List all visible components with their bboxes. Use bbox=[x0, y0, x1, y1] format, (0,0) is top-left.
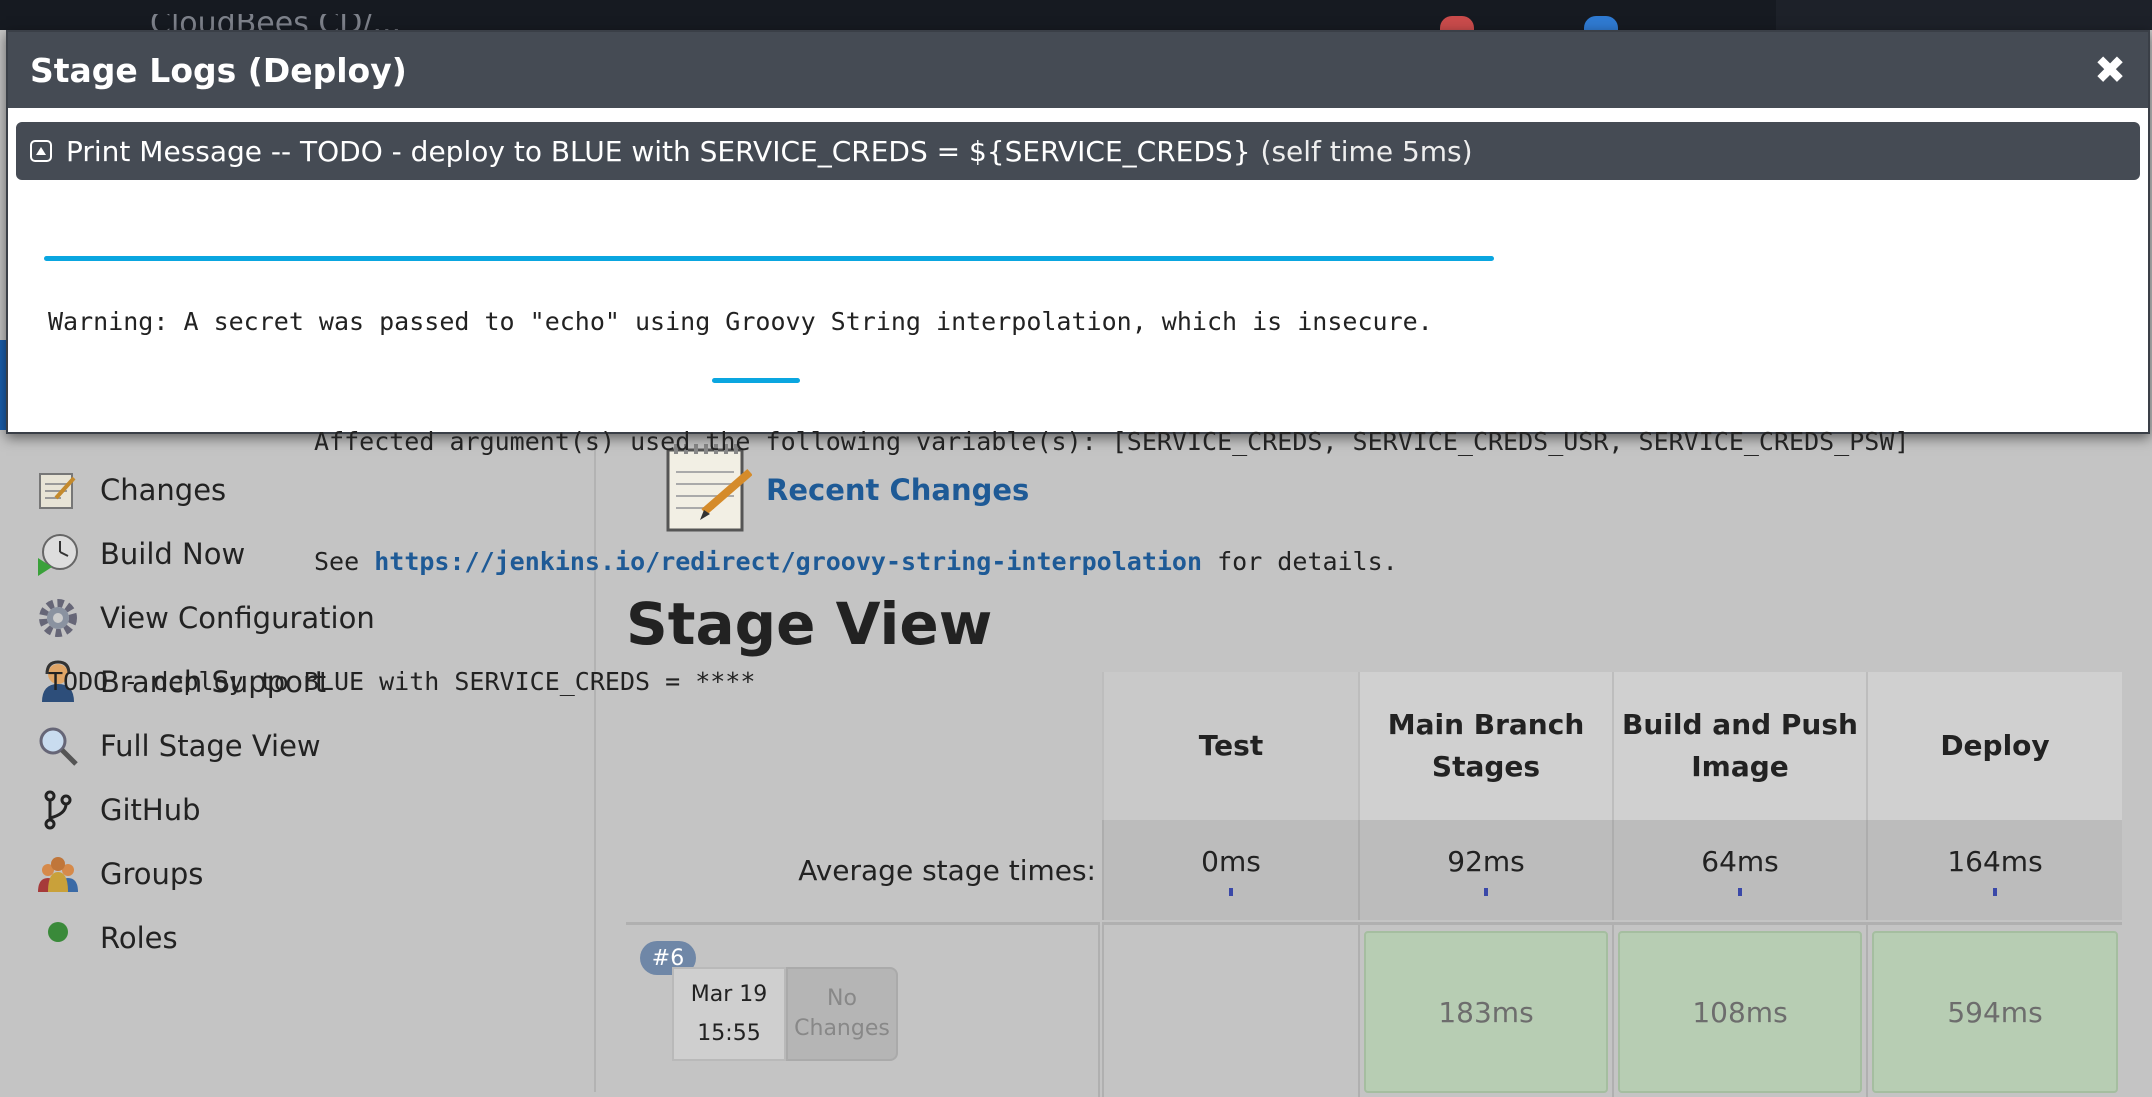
close-icon[interactable]: ✖ bbox=[2094, 48, 2126, 92]
top-bar-right bbox=[1776, 0, 2152, 30]
avg-time-build-push: 64ms bbox=[1612, 820, 1866, 920]
log-line-see: See https://jenkins.io/redirect/groovy-s… bbox=[48, 542, 1909, 582]
build-date-time: 15:55 bbox=[697, 1020, 761, 1046]
stage-duration[interactable]: 594ms bbox=[1872, 931, 2118, 1093]
avg-time-main-branch: 92ms bbox=[1358, 820, 1612, 920]
avg-time-deploy: 164ms bbox=[1866, 820, 2122, 920]
warning-highlight-underline bbox=[44, 256, 1494, 261]
group-icon bbox=[34, 850, 82, 898]
sidebar-item-label: GitHub bbox=[100, 793, 201, 827]
run-cell-main-branch[interactable]: 183ms bbox=[1358, 922, 1612, 1097]
avg-time-test: 0ms bbox=[1102, 820, 1358, 920]
log-see-suffix: for details. bbox=[1202, 547, 1398, 576]
stage-duration[interactable]: 108ms bbox=[1618, 931, 1862, 1093]
log-line-warning: Warning: A secret was passed to "echo" u… bbox=[48, 307, 1433, 336]
sidebar-item-roles[interactable]: Roles bbox=[34, 908, 178, 968]
avg-time-value: 0ms bbox=[1201, 844, 1261, 878]
avg-time-value: 92ms bbox=[1447, 844, 1525, 878]
branch-icon bbox=[34, 786, 82, 834]
avg-time-value: 64ms bbox=[1701, 844, 1779, 878]
modal-header: Stage Logs (Deploy) ✖ bbox=[8, 32, 2148, 108]
top-bar: CloudBees CD/... bbox=[0, 0, 2152, 36]
run-cell-build-push[interactable]: 108ms bbox=[1612, 922, 1866, 1097]
step-name: Print Message -- TODO - deploy to BLUE w… bbox=[66, 134, 1251, 168]
log-see-prefix: See bbox=[314, 547, 375, 576]
sidebar-item-label: Groups bbox=[100, 857, 204, 891]
avg-time-bar bbox=[1993, 887, 1997, 896]
log-line-todo: TODO - deploy to BLUE with SERVICE_CREDS… bbox=[48, 667, 756, 696]
stage-duration[interactable]: 183ms bbox=[1364, 931, 1608, 1093]
masked-secret-underline bbox=[712, 378, 800, 383]
avg-time-value: 164ms bbox=[1947, 844, 2043, 878]
avg-time-bar bbox=[1229, 887, 1233, 896]
avg-time-bar bbox=[1484, 887, 1488, 896]
build-run-info: #6 Mar 19 15:55 No Changes bbox=[626, 922, 1100, 1097]
app-title: CloudBees CD/... bbox=[150, 14, 401, 30]
modal-title: Stage Logs (Deploy) bbox=[30, 50, 407, 90]
build-date: Mar 19 15:55 bbox=[672, 967, 786, 1061]
avg-time-bar bbox=[1738, 887, 1742, 896]
build-changes[interactable]: No Changes bbox=[786, 967, 898, 1061]
step-self-time: (self time 5ms) bbox=[1260, 134, 1473, 168]
stage-logs-modal: Stage Logs (Deploy) ✖ Print Message -- T… bbox=[6, 30, 2150, 696]
sidebar-item-label: Roles bbox=[100, 921, 178, 955]
run-cell-test[interactable] bbox=[1102, 922, 1358, 1097]
build-date-day: Mar 19 bbox=[690, 982, 768, 1008]
roles-icon bbox=[34, 914, 82, 962]
average-stage-times-label: Average stage times: bbox=[798, 853, 1096, 887]
sidebar-item-github[interactable]: GitHub bbox=[34, 780, 201, 840]
run-cell-deploy[interactable]: 594ms bbox=[1866, 922, 2122, 1097]
interpolation-doc-link[interactable]: https://jenkins.io/redirect/groovy-strin… bbox=[374, 547, 1202, 576]
log-step-header[interactable]: Print Message -- TODO - deploy to BLUE w… bbox=[16, 122, 2140, 180]
log-line-affected: Affected argument(s) used the following … bbox=[314, 427, 1910, 456]
log-output: Warning: A secret was passed to "echo" u… bbox=[48, 222, 1909, 782]
sidebar-item-groups[interactable]: Groups bbox=[34, 844, 203, 904]
collapse-icon[interactable] bbox=[30, 140, 52, 162]
